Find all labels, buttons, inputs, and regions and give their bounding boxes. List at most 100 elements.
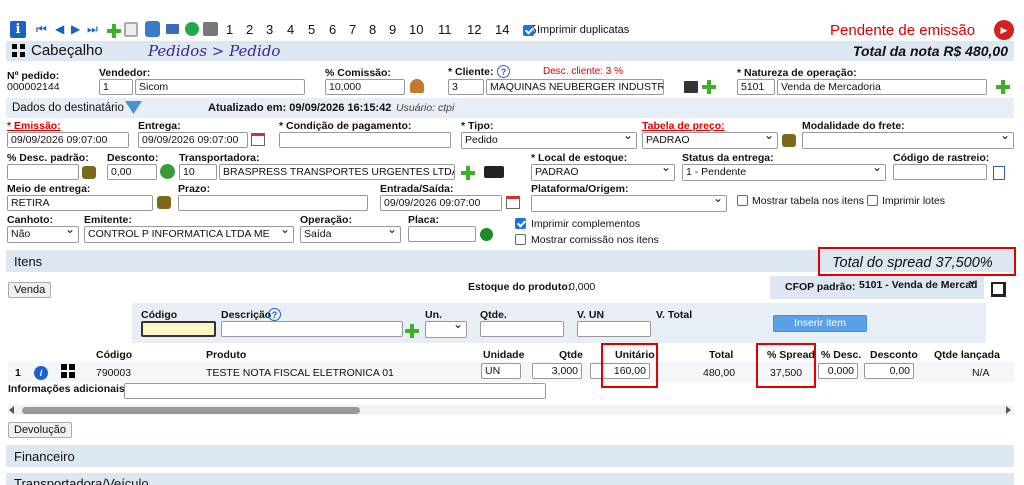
page-11[interactable]: 11 [438,22,452,37]
client-name-input[interactable]: MAQUINAS NEUBERGER INDUSTRIA E [486,79,664,95]
col-qty-launched: Qtde lançada [934,349,1000,361]
page-2[interactable]: 2 [246,22,253,37]
sale-button[interactable]: Venda [8,282,52,298]
carrier-name-input[interactable]: BRASPRESS TRANSPORTES URGENTES LTDA [219,164,455,180]
delivery-status-select[interactable]: 1 - Pendente [682,164,886,181]
info-icon[interactable]: i [10,21,26,38]
truck-icon[interactable] [484,166,504,178]
add-icon[interactable] [107,24,121,38]
email-icon[interactable] [166,24,179,34]
plate-input[interactable] [408,226,476,242]
additional-info-input[interactable] [124,383,546,399]
row-qty-input[interactable]: 3,000 [532,363,582,379]
page-12[interactable]: 12 [467,22,481,37]
scrollbar-thumb[interactable] [22,407,360,414]
insert-item-button[interactable]: Inserir item [773,315,867,332]
section-title: Cabeçalho [31,42,103,59]
scroll-left-arrow[interactable] [9,406,14,414]
discount-input[interactable]: 0,00 [107,164,157,180]
print-icon[interactable] [203,22,218,36]
tracking-label: Código de rastreio: [893,152,990,164]
commission-people-icon[interactable] [410,79,424,93]
whatsapp-icon[interactable] [185,22,199,36]
export-icon[interactable] [145,21,160,37]
carrier-vehicle-bar[interactable] [6,473,1014,485]
first-record-icon[interactable]: ⏮ [36,22,47,37]
add-product-icon[interactable] [405,324,419,338]
page-10[interactable]: 10 [409,22,423,37]
add-nature-icon[interactable] [996,80,1010,94]
type-select[interactable]: Pedido [461,132,637,149]
page-7[interactable]: 7 [349,22,356,37]
page-9[interactable]: 9 [389,22,396,37]
previous-record-icon[interactable]: ◀ [55,22,64,36]
add-client-icon[interactable] [702,80,716,94]
entry-unit-select[interactable] [425,321,467,338]
print-complements-checkbox[interactable] [515,218,526,229]
entry-qty-input[interactable] [480,321,564,337]
entry-exit-calendar-icon[interactable] [506,196,520,209]
emission-input[interactable]: 09/09/2026 09:07:00 [7,132,129,148]
entry-exit-input[interactable]: 09/09/2026 09:07:00 [380,195,502,211]
entry-code-input[interactable] [141,321,216,337]
page-14[interactable]: 14 [495,22,509,37]
copy-icon[interactable] [124,22,138,37]
return-button[interactable]: Devolução [8,422,72,438]
carrier-code-input[interactable]: 10 [179,164,217,180]
add-carrier-icon[interactable] [461,166,475,180]
tracking-input[interactable] [893,164,987,180]
nature-name-input[interactable]: Venda de Mercadoria [777,79,987,95]
platform-select[interactable] [531,195,727,212]
row-grid-icon[interactable] [61,364,75,378]
seller-code-input[interactable]: 1 [99,79,133,95]
youtube-icon[interactable]: ▶ [994,20,1014,40]
last-record-icon[interactable]: ⏭ [87,22,98,37]
page-1[interactable]: 1 [226,22,233,37]
discount-std-input[interactable] [7,164,79,180]
stock-location-select[interactable]: PADRAO [531,164,675,181]
page-6[interactable]: 6 [329,22,336,37]
commission-input[interactable]: 10,000 [325,79,405,95]
financial-bar[interactable] [6,445,1014,467]
price-table-select[interactable]: PADRAO [642,132,778,149]
row-unit-input[interactable]: UN [481,363,521,379]
print-lots-checkbox[interactable] [867,195,878,206]
page-8[interactable]: 8 [369,22,376,37]
seller-name-input[interactable]: Sicom [135,79,305,95]
payment-input[interactable] [279,132,451,148]
delivery-input[interactable]: 09/09/2026 09:07:00 [138,132,248,148]
cfop-select[interactable]: 5101 - Venda de Mercad [856,278,980,295]
delivery-means-icon[interactable] [157,196,171,209]
stub-select[interactable]: Não [7,226,79,243]
discount-coin-icon[interactable] [160,164,175,179]
show-commission-checkbox[interactable] [515,234,526,245]
calendar-icon[interactable] [251,133,265,146]
price-table-icon[interactable] [782,134,796,147]
page-4[interactable]: 4 [287,22,294,37]
scroll-right-arrow[interactable] [1006,406,1011,414]
delivery-means-input[interactable]: RETIRA [7,195,153,211]
client-help-icon[interactable]: ? [497,65,510,78]
nature-code-input[interactable]: 5101 [737,79,775,95]
entry-unit-value-input[interactable] [577,321,651,337]
next-record-icon[interactable]: ▶ [71,22,80,36]
page-3[interactable]: 3 [266,22,273,37]
maximize-icon[interactable] [991,282,1006,297]
issuer-select[interactable]: CONTROL P INFORMATICA LTDA ME [84,226,294,243]
page-5[interactable]: 5 [308,22,315,37]
row-info-icon[interactable]: i [34,366,48,380]
tracking-doc-icon[interactable] [993,166,1005,180]
description-help-icon[interactable]: ? [268,308,281,321]
operation-select[interactable]: Saída [300,226,401,243]
client-book-icon[interactable] [684,81,698,93]
discount-std-icon[interactable] [82,166,96,179]
row-discount-pct-input[interactable]: 0,000 [818,363,858,379]
print-duplicates-checkbox[interactable] [523,25,534,36]
term-input[interactable] [178,195,368,211]
show-table-checkbox[interactable] [737,195,748,206]
row-discount-input[interactable]: 0,00 [864,363,914,379]
freight-select[interactable] [802,132,1014,149]
col-total: Total [709,349,734,361]
entry-description-input[interactable] [221,321,403,337]
client-code-input[interactable]: 3 [448,79,484,95]
